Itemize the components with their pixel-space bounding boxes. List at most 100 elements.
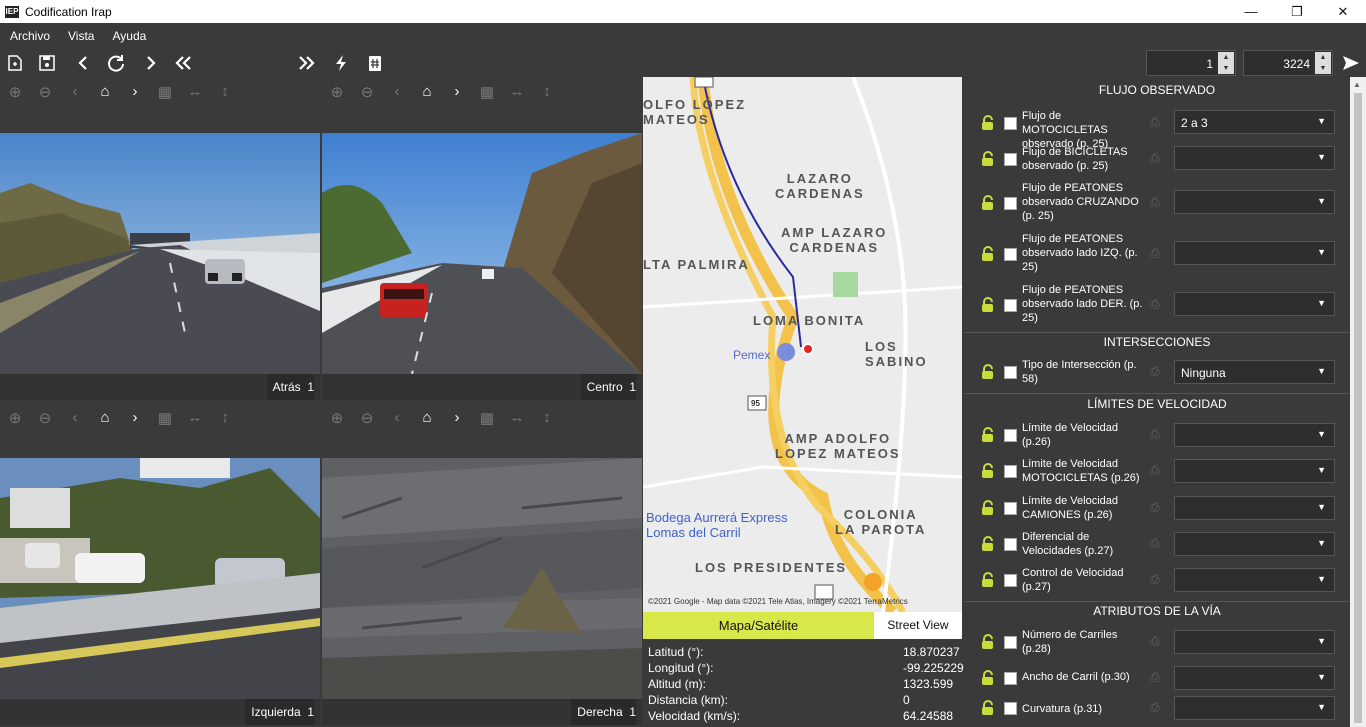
- lock-icon[interactable]: [980, 364, 996, 380]
- previous-icon[interactable]: [72, 52, 94, 74]
- row-checkbox[interactable]: [1004, 366, 1017, 379]
- row-checkbox[interactable]: [1004, 299, 1017, 312]
- send-icon[interactable]: [1340, 52, 1362, 74]
- row-select[interactable]: ▼: [1174, 459, 1335, 483]
- home-icon[interactable]: ⌂: [417, 83, 437, 103]
- lock-icon[interactable]: [980, 195, 996, 211]
- row-checkbox[interactable]: [1004, 538, 1017, 551]
- row-checkbox[interactable]: [1004, 636, 1017, 649]
- grid-icon[interactable]: ▦: [155, 409, 175, 429]
- row-checkbox[interactable]: [1004, 574, 1017, 587]
- vertical-scrollbar[interactable]: ▲: [1350, 77, 1366, 727]
- home-icon[interactable]: ⌂: [95, 409, 115, 429]
- row-checkbox[interactable]: [1004, 153, 1017, 166]
- refresh-icon[interactable]: [105, 52, 127, 74]
- camera-icon[interactable]: ⎙: [1150, 500, 1168, 514]
- menu-ayuda[interactable]: Ayuda: [112, 29, 146, 43]
- row-checkbox[interactable]: [1004, 702, 1017, 715]
- tab-map-satellite[interactable]: Mapa/Satélite: [643, 612, 874, 639]
- increment-icon[interactable]: ▲: [1315, 52, 1331, 63]
- next-icon[interactable]: ›: [125, 409, 145, 429]
- previous-icon[interactable]: ‹: [387, 409, 407, 429]
- row-select[interactable]: ▼: [1174, 630, 1335, 654]
- row-checkbox[interactable]: [1004, 248, 1017, 261]
- zoom-out-icon[interactable]: ⊖: [35, 83, 55, 103]
- camera-icon[interactable]: ⎙: [1150, 364, 1168, 378]
- fit-height-icon[interactable]: ↕: [215, 409, 235, 429]
- row-select[interactable]: ▼: [1174, 568, 1335, 592]
- fit-height-icon[interactable]: ↕: [537, 409, 557, 429]
- next-icon[interactable]: ›: [447, 83, 467, 103]
- menu-vista[interactable]: Vista: [68, 29, 94, 43]
- lock-icon[interactable]: [980, 670, 996, 686]
- fit-width-icon[interactable]: ↔: [507, 409, 527, 429]
- current-frame-stepper[interactable]: 1 ▲ ▼: [1146, 50, 1236, 76]
- scroll-up-icon[interactable]: ▲: [1353, 80, 1361, 89]
- lock-icon[interactable]: [980, 297, 996, 313]
- grid-icon[interactable]: ▦: [155, 83, 175, 103]
- lock-icon[interactable]: [980, 246, 996, 262]
- camera-icon[interactable]: ⎙: [1150, 427, 1168, 441]
- tab-street-view[interactable]: Street View: [874, 612, 962, 639]
- lightning-icon[interactable]: [330, 52, 352, 74]
- row-checkbox[interactable]: [1004, 465, 1017, 478]
- fit-width-icon[interactable]: ↔: [185, 409, 205, 429]
- lock-icon[interactable]: [980, 427, 996, 443]
- zoom-out-icon[interactable]: ⊖: [357, 83, 377, 103]
- zoom-in-icon[interactable]: ⊕: [5, 409, 25, 429]
- increment-icon[interactable]: ▲: [1218, 52, 1234, 63]
- row-select[interactable]: Ninguna ▼: [1174, 360, 1335, 384]
- grid-icon[interactable]: ▦: [477, 83, 497, 103]
- camera-icon[interactable]: ⎙: [1150, 115, 1168, 129]
- rewind-icon[interactable]: [172, 52, 194, 74]
- fit-width-icon[interactable]: ↔: [185, 83, 205, 103]
- previous-icon[interactable]: ‹: [65, 409, 85, 429]
- lock-icon[interactable]: [980, 536, 996, 552]
- camera-icon[interactable]: ⎙: [1150, 572, 1168, 586]
- row-select[interactable]: ▼: [1174, 146, 1335, 170]
- minimize-button[interactable]: —: [1228, 0, 1274, 23]
- next-icon[interactable]: ›: [125, 83, 145, 103]
- next-icon[interactable]: [140, 52, 162, 74]
- row-select[interactable]: ▼: [1174, 496, 1335, 520]
- lock-icon[interactable]: [980, 700, 996, 716]
- menu-archivo[interactable]: Archivo: [10, 29, 50, 43]
- row-select[interactable]: ▼: [1174, 696, 1335, 720]
- home-icon[interactable]: ⌂: [95, 83, 115, 103]
- map-view[interactable]: OLFO LÓPEZ MATEOS LAZARO CARDENAS AMP LA…: [643, 77, 962, 612]
- row-checkbox[interactable]: [1004, 672, 1017, 685]
- zoom-in-icon[interactable]: ⊕: [5, 83, 25, 103]
- zoom-in-icon[interactable]: ⊕: [327, 83, 347, 103]
- decrement-icon[interactable]: ▼: [1315, 63, 1331, 74]
- home-icon[interactable]: ⌂: [417, 409, 437, 429]
- zoom-out-icon[interactable]: ⊖: [35, 409, 55, 429]
- row-checkbox[interactable]: [1004, 502, 1017, 515]
- row-checkbox[interactable]: [1004, 117, 1017, 130]
- row-checkbox[interactable]: [1004, 197, 1017, 210]
- lock-icon[interactable]: [980, 463, 996, 479]
- fast-forward-icon[interactable]: [296, 52, 318, 74]
- lock-icon[interactable]: [980, 572, 996, 588]
- total-frames-stepper[interactable]: 3224 ▲ ▼: [1243, 50, 1333, 76]
- lock-icon[interactable]: [980, 115, 996, 131]
- previous-icon[interactable]: ‹: [65, 83, 85, 103]
- camera-icon[interactable]: ⎙: [1150, 700, 1168, 714]
- camera-icon[interactable]: ⎙: [1150, 297, 1168, 311]
- row-select[interactable]: ▼: [1174, 532, 1335, 556]
- row-select[interactable]: ▼: [1174, 190, 1335, 214]
- row-checkbox[interactable]: [1004, 429, 1017, 442]
- camera-icon[interactable]: ⎙: [1150, 634, 1168, 648]
- previous-icon[interactable]: ‹: [387, 83, 407, 103]
- camera-icon[interactable]: ⎙: [1150, 463, 1168, 477]
- row-select[interactable]: 2 a 3 ▼: [1174, 110, 1335, 134]
- close-button[interactable]: ✕: [1320, 0, 1366, 23]
- lock-icon[interactable]: [980, 634, 996, 650]
- zoom-in-icon[interactable]: ⊕: [327, 409, 347, 429]
- lock-icon[interactable]: [980, 151, 996, 167]
- camera-icon[interactable]: ⎙: [1150, 151, 1168, 165]
- row-select[interactable]: ▼: [1174, 666, 1335, 690]
- lock-icon[interactable]: [980, 500, 996, 516]
- zoom-out-icon[interactable]: ⊖: [357, 409, 377, 429]
- fit-width-icon[interactable]: ↔: [507, 83, 527, 103]
- save-icon[interactable]: [36, 52, 58, 74]
